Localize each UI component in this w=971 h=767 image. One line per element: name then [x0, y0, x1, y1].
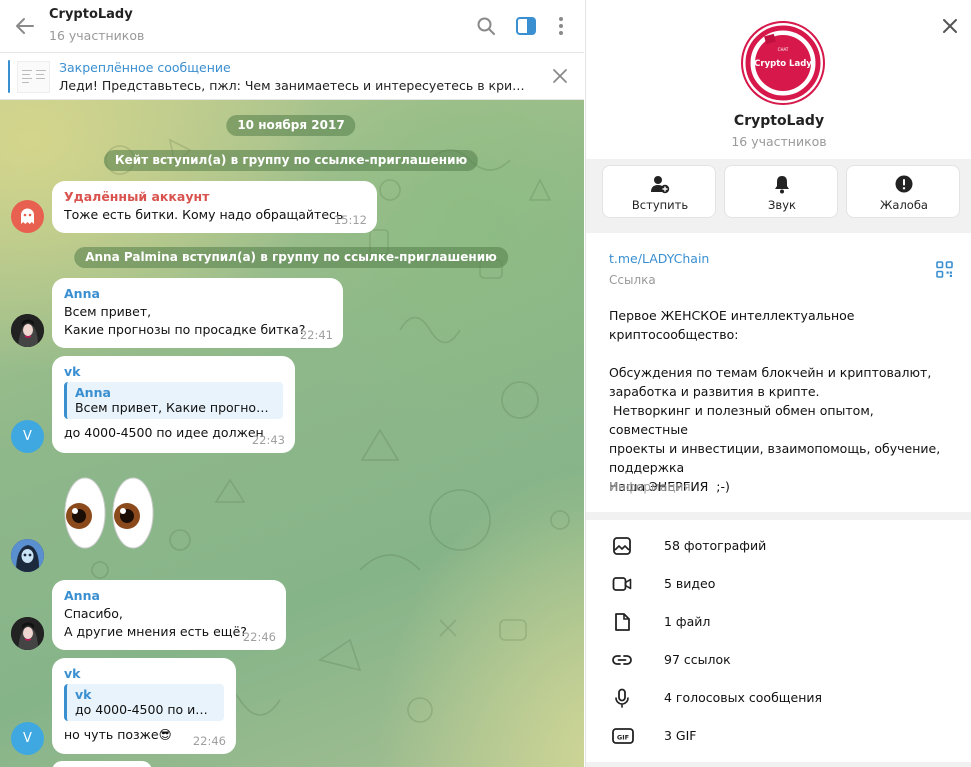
sidebar-toggle-icon[interactable]: [514, 14, 538, 38]
avatar-vk[interactable]: V: [11, 722, 44, 755]
reply-quote[interactable]: Anna Всем привет, Какие прогнозы ...: [64, 382, 283, 419]
file-icon: [615, 613, 630, 631]
avatar-anna[interactable]: [11, 314, 44, 347]
reply-quote[interactable]: vk до 4000-4500 по идее ...: [64, 684, 224, 721]
media-row-label: 1 файл: [664, 614, 711, 629]
message-text-line: Всем привет,: [64, 304, 152, 319]
reply-text: Всем привет, Какие прогнозы ...: [75, 400, 275, 415]
more-menu-icon[interactable]: [549, 14, 573, 38]
search-icon[interactable]: [474, 14, 498, 38]
back-arrow-icon[interactable]: [13, 14, 37, 38]
svg-text:GIF: GIF: [617, 734, 629, 742]
section-divider: [586, 512, 971, 520]
date-separator: 10 ноября 2017: [226, 115, 356, 136]
group-description: Первое ЖЕНСКОЕ интеллектуальное криптосо…: [609, 308, 941, 494]
sender-name[interactable]: Anna: [64, 588, 274, 603]
message-bubble[interactable]: Anna Спасибо, А другие мнения есть ещё? …: [52, 580, 286, 650]
chat-header: CryptoLady 16 участников: [0, 0, 584, 53]
logo-small-text: CHAT: [778, 47, 789, 52]
sender-name[interactable]: Удалённый аккаунт: [64, 189, 365, 204]
media-row-label: 4 голосовых сообщения: [664, 690, 823, 705]
media-row-label: 58 фотографий: [664, 538, 767, 553]
eyes-emoji: [64, 477, 154, 549]
message-text-line: Спасибо,: [64, 606, 123, 621]
close-icon[interactable]: [938, 14, 962, 38]
warning-icon: [895, 175, 913, 193]
group-info-pane: CHAT Crypto Lady CryptoLady 16 участнико…: [585, 0, 971, 767]
avatar-anna[interactable]: [11, 617, 44, 650]
avatar-vk[interactable]: V: [11, 420, 44, 453]
media-row-label: 5 видео: [664, 576, 716, 591]
reply-sender: vk: [75, 687, 92, 702]
media-row-gif[interactable]: GIF 3 GIF: [586, 717, 971, 755]
close-pinned-icon[interactable]: [550, 66, 570, 86]
message-bubble[interactable]: Удалённый аккаунт Тоже есть битки. Кому …: [52, 181, 377, 233]
report-button-label: Жалоба: [880, 198, 928, 212]
invite-link-label: Ссылка: [609, 273, 656, 287]
ghost-icon: [21, 208, 34, 224]
microphone-icon: [615, 688, 629, 708]
report-button[interactable]: Жалоба: [846, 165, 960, 218]
reply-sender: Anna: [75, 385, 111, 400]
message-time: 22:46: [192, 734, 226, 748]
logo-text: Crypto Lady: [754, 59, 812, 69]
sender-name[interactable]: vk: [64, 666, 224, 681]
pinned-message-bar[interactable]: Закреплённое сообщение Леди! Представьте…: [0, 53, 584, 100]
sound-button-label: Звук: [768, 198, 796, 212]
pinned-title: Закреплённое сообщение: [59, 60, 231, 75]
media-row-label: 97 ссылок: [664, 652, 731, 667]
anna-avatar-image: [11, 314, 44, 347]
photo-icon: [613, 537, 631, 555]
chat-member-count: 16 участников: [49, 28, 145, 43]
group-title: CryptoLady: [733, 113, 825, 129]
media-row-videos[interactable]: 5 видео: [586, 565, 971, 603]
group-member-count[interactable]: 16 участников: [586, 134, 971, 149]
media-row-voice[interactable]: 4 голосовых сообщения: [586, 679, 971, 717]
media-row-links[interactable]: 97 ссылок: [586, 641, 971, 679]
message-bubble[interactable]: vk Anna Всем привет, Какие прогнозы ... …: [52, 356, 295, 453]
link-icon: [612, 655, 632, 665]
anna-avatar-image: [11, 617, 44, 650]
chat-title[interactable]: CryptoLady: [49, 7, 133, 22]
message-text: Тоже есть битки. Кому надо обращайтесь: [64, 207, 344, 222]
message-text: до 4000-4500 по идее должен: [64, 425, 264, 440]
message-bubble[interactable]: vk vk до 4000-4500 по идее ... но чуть п…: [52, 658, 236, 754]
service-message-join: Кейт вступил(а) в группу по ссылке-пригл…: [103, 150, 479, 171]
qr-code-icon[interactable]: [936, 261, 953, 278]
chat-pane: CryptoLady 16 участников Закреплённое со…: [0, 0, 584, 767]
invite-link[interactable]: t.me/LADYChain: [609, 251, 709, 266]
media-row-photos[interactable]: 58 фотографий: [586, 527, 971, 565]
sound-button[interactable]: Звук: [724, 165, 838, 218]
avatar-user[interactable]: [11, 539, 44, 572]
message-time: 22:41: [299, 328, 333, 342]
avatar-deleted-account[interactable]: [11, 200, 44, 233]
sender-name[interactable]: vk: [64, 364, 283, 379]
message-bubble-partial[interactable]: [52, 761, 152, 767]
description-label: Информация: [609, 480, 691, 494]
group-logo[interactable]: CHAT Crypto Lady: [741, 21, 825, 105]
reply-text: до 4000-4500 по идее ...: [75, 702, 216, 717]
service-message-join: Anna Palmina вступил(а) в группу по ссыл…: [74, 247, 508, 268]
message-time: 22:46: [242, 630, 276, 644]
message-time: 15:12: [333, 213, 367, 227]
pinned-thumbnail: [17, 61, 50, 93]
add-user-icon: [651, 176, 670, 194]
cartoon-avatar-image: [11, 539, 44, 572]
section-divider: [586, 762, 971, 767]
message-bubble[interactable]: Anna Всем привет, Какие прогнозы по прос…: [52, 278, 343, 348]
media-row-files[interactable]: 1 файл: [586, 603, 971, 641]
message-text-line: Какие прогнозы по просадке битка?: [64, 322, 306, 337]
message-time: 22:43: [251, 433, 285, 447]
pinned-accent-bar: [8, 60, 10, 93]
video-icon: [612, 577, 632, 591]
join-button[interactable]: Вступить: [602, 165, 716, 218]
gif-icon: GIF: [612, 728, 634, 744]
bell-icon: [775, 176, 789, 194]
join-button-label: Вступить: [631, 198, 689, 212]
sender-name[interactable]: Anna: [64, 286, 331, 301]
media-row-label: 3 GIF: [664, 728, 697, 743]
pinned-text: Леди! Представьтесь, пжл: Чем занимаетес…: [59, 78, 529, 93]
